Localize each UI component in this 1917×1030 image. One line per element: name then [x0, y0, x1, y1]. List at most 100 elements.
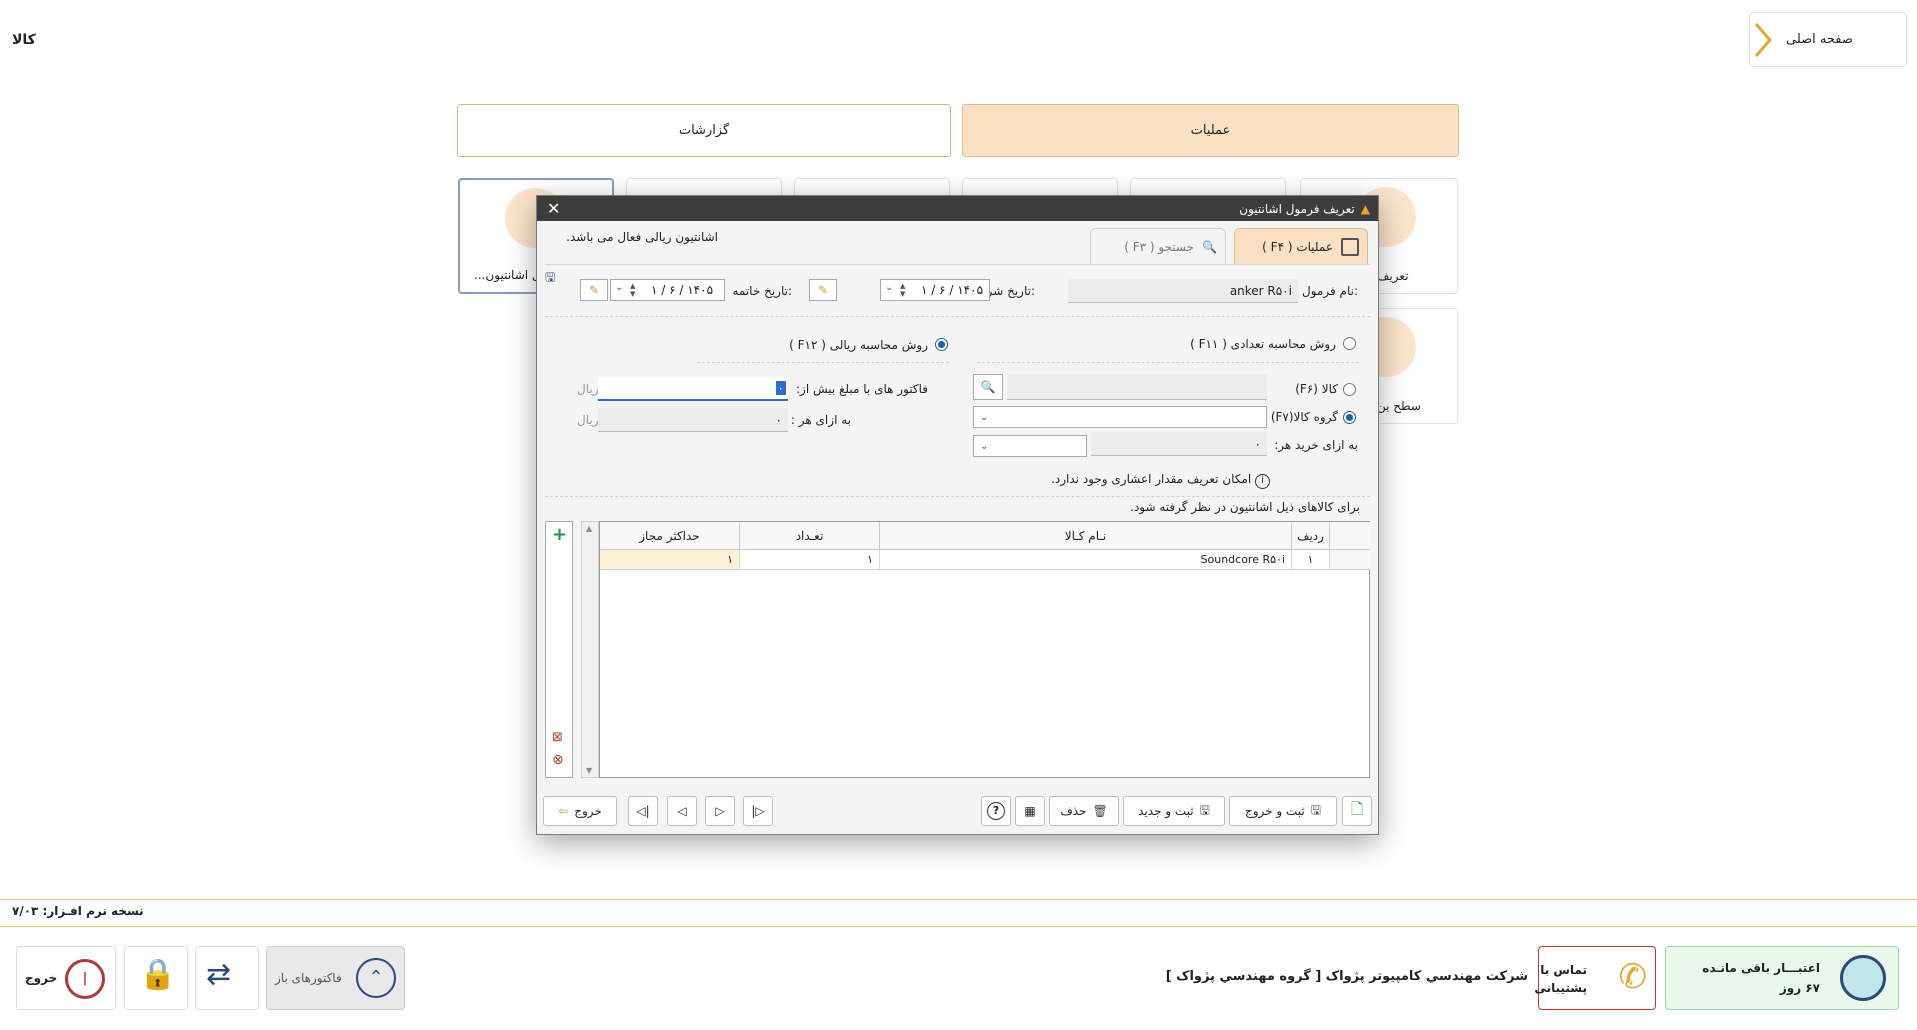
lock-button[interactable]: 🔒	[124, 946, 188, 1010]
prev-page-button[interactable]: ◁	[667, 796, 697, 826]
save-new-label: ثبت و جدید	[1138, 804, 1194, 818]
help-button[interactable]: ?	[981, 796, 1011, 826]
formula-label: نام فرمول:	[1302, 284, 1358, 298]
chevron-down-icon: ⌄	[980, 440, 989, 452]
cancel-icon[interactable]: ⊗	[552, 752, 564, 768]
group-select[interactable]: ⌄	[973, 406, 1267, 428]
exit-door-icon: ⇦	[558, 804, 569, 818]
add-row-icon[interactable]: +	[552, 524, 567, 545]
currency-label: ریال	[577, 413, 599, 427]
lock-icon: 🔒	[139, 957, 177, 992]
kala-radio[interactable]	[1343, 383, 1356, 396]
calculator-button[interactable]: ▦	[1015, 796, 1045, 826]
col-name[interactable]: نـام کـالا	[880, 522, 1292, 550]
method-count-label: روش محاسبه تعدادی ( F۱۱ )	[1190, 337, 1336, 351]
dialog-title: تعریف فرمول اشانتیون	[1239, 201, 1355, 216]
table-row-num[interactable]: ۱	[1292, 550, 1330, 570]
users-switch-button[interactable]: ⇄	[195, 946, 259, 1010]
per-buy-input[interactable]: ۰	[1091, 432, 1267, 456]
open-invoices-button[interactable]: ⌃ فاکتورهای باز	[266, 946, 405, 1010]
tab-reports-label: گزارشات	[678, 123, 730, 138]
help-icon: ?	[987, 802, 1005, 820]
end-date-value: ۱ / ۶ / ۱۴۰۵	[651, 283, 714, 297]
col-row[interactable]: ردیف	[1292, 522, 1330, 550]
last-page-button[interactable]: ▷|	[743, 796, 773, 826]
first-page-icon: |◁	[636, 804, 650, 818]
delete-row-icon[interactable]: ⊠	[552, 730, 563, 745]
app-exit-label: خروج	[25, 971, 58, 985]
next-page-button[interactable]: ▷	[705, 796, 735, 826]
currency-label: ریال	[577, 382, 599, 396]
scroll-down-icon[interactable]: ▼	[586, 766, 592, 775]
first-page-button[interactable]: |◁	[628, 796, 658, 826]
eraser-icon: ✎	[817, 283, 829, 297]
tab-dialog-ops[interactable]: عملیات ( F۴ )	[1234, 228, 1368, 264]
eraser-icon: ✎	[588, 283, 600, 297]
tab-operations[interactable]: عملیات	[962, 104, 1459, 157]
separator	[697, 362, 949, 363]
group-radio-label: گروه کالا(F۷)	[1270, 410, 1338, 424]
scroll-up-icon[interactable]: ▲	[586, 524, 592, 533]
close-icon[interactable]: ✕	[547, 199, 560, 218]
gift-small-icon: ▲	[1360, 201, 1370, 216]
new-button[interactable]: 🗋	[1342, 796, 1372, 826]
company-name: شركت مهندسي كامپيوتر پژواک [ گروه مهندسي…	[1165, 969, 1528, 984]
table-row-name[interactable]: Soundcore R۵۰i	[880, 550, 1292, 570]
col-max[interactable]: حداکثر مجاز	[600, 522, 740, 550]
spinner-icon[interactable]: ▲ ▼	[630, 282, 635, 298]
save-new-button[interactable]: 🖫 ثبت و جدید	[1123, 796, 1225, 826]
start-date-input[interactable]: ۱ / ۶ / ۱۴۰۵ ▲ ▼ ⌄	[880, 279, 990, 301]
credit-line1: اعتبـــار باقی مانـده	[1702, 961, 1820, 975]
invoice-amount-value: ۰	[775, 381, 786, 395]
method-rial-radio[interactable]	[935, 338, 948, 351]
formula-name-input[interactable]: anker R۵۰i	[1068, 279, 1298, 303]
save-exit-button[interactable]: 🖫 ثبت و خروج	[1229, 796, 1337, 826]
table-row-qty[interactable]: ۱	[740, 550, 880, 570]
decimal-note: i امکان تعریف مقدار اعشاری وجود ندارد.	[1051, 472, 1270, 489]
chevron-left-icon	[1754, 22, 1772, 57]
per-each-value: ۰	[775, 412, 782, 427]
phone-icon: ✆	[1618, 957, 1648, 997]
clear-end-date-button[interactable]: ✎	[580, 279, 608, 301]
tab-reports[interactable]: گزارشات	[457, 104, 951, 157]
home-button[interactable]: صفحه اصلی	[1749, 12, 1907, 67]
dialog-exit-button[interactable]: خروج ⇦	[543, 796, 617, 826]
start-date-value: ۱ / ۶ / ۱۴۰۵	[921, 283, 984, 297]
method-count-radio[interactable]	[1343, 337, 1356, 350]
info-icon: i	[1255, 474, 1270, 489]
search-icon: 🔍	[980, 380, 996, 394]
col-qty[interactable]: تعـداد	[740, 522, 880, 550]
save-exit-label: ثبت و خروج	[1245, 804, 1305, 818]
chevron-down-icon[interactable]: ⌄	[615, 282, 623, 293]
search-icon: 🔍	[1202, 239, 1217, 254]
per-buy-unit-select[interactable]: ⌄	[973, 435, 1087, 457]
support-line1: تماس با	[1540, 963, 1587, 977]
grid-scrollbar[interactable]: ▲ ▼	[581, 521, 599, 778]
last-page-icon: ▷|	[751, 804, 765, 818]
clear-start-date-button[interactable]: ✎	[809, 279, 837, 301]
per-each-input[interactable]: ۰	[598, 408, 788, 432]
chevron-down-icon[interactable]: ⌄	[885, 282, 893, 293]
per-buy-value: ۰	[1254, 436, 1261, 451]
bottom-divider	[0, 926, 1917, 927]
card-gift-label: ...ل اشانتیون	[474, 268, 541, 282]
tab-dialog-search[interactable]: 🔍 جستجو ( F۳ )	[1090, 228, 1226, 264]
formula-dialog: ▲ تعریف فرمول اشانتیون ✕ اشانتیون ریالی …	[536, 195, 1379, 835]
status-text: اشانتیون ریالی فعال می باشد.	[566, 230, 718, 244]
kala-search-button[interactable]: 🔍	[973, 374, 1003, 400]
invoice-amount-input[interactable]: ۰	[598, 377, 788, 401]
col-indicator	[1330, 522, 1370, 550]
save-small-icon[interactable]: 🖫	[545, 268, 555, 289]
delete-button[interactable]: 🗑 حذف	[1049, 796, 1119, 826]
table-row-max[interactable]: ۱	[600, 550, 740, 570]
separator	[545, 316, 1370, 317]
end-date-input[interactable]: ۱ / ۶ / ۱۴۰۵ ▲ ▼ ⌄	[610, 279, 725, 301]
chevron-up-icon: ⌃	[356, 958, 396, 998]
support-button[interactable]: ✆ تماس با پشتیبانی	[1534, 946, 1656, 1010]
app-exit-button[interactable]: | خروج	[16, 946, 116, 1010]
spinner-icon[interactable]: ▲ ▼	[900, 282, 905, 298]
home-label: صفحه اصلی	[1786, 32, 1853, 47]
kala-input[interactable]	[1007, 374, 1267, 400]
tab-dialog-search-label: جستجو ( F۳ )	[1124, 239, 1195, 254]
group-radio[interactable]	[1343, 411, 1356, 424]
